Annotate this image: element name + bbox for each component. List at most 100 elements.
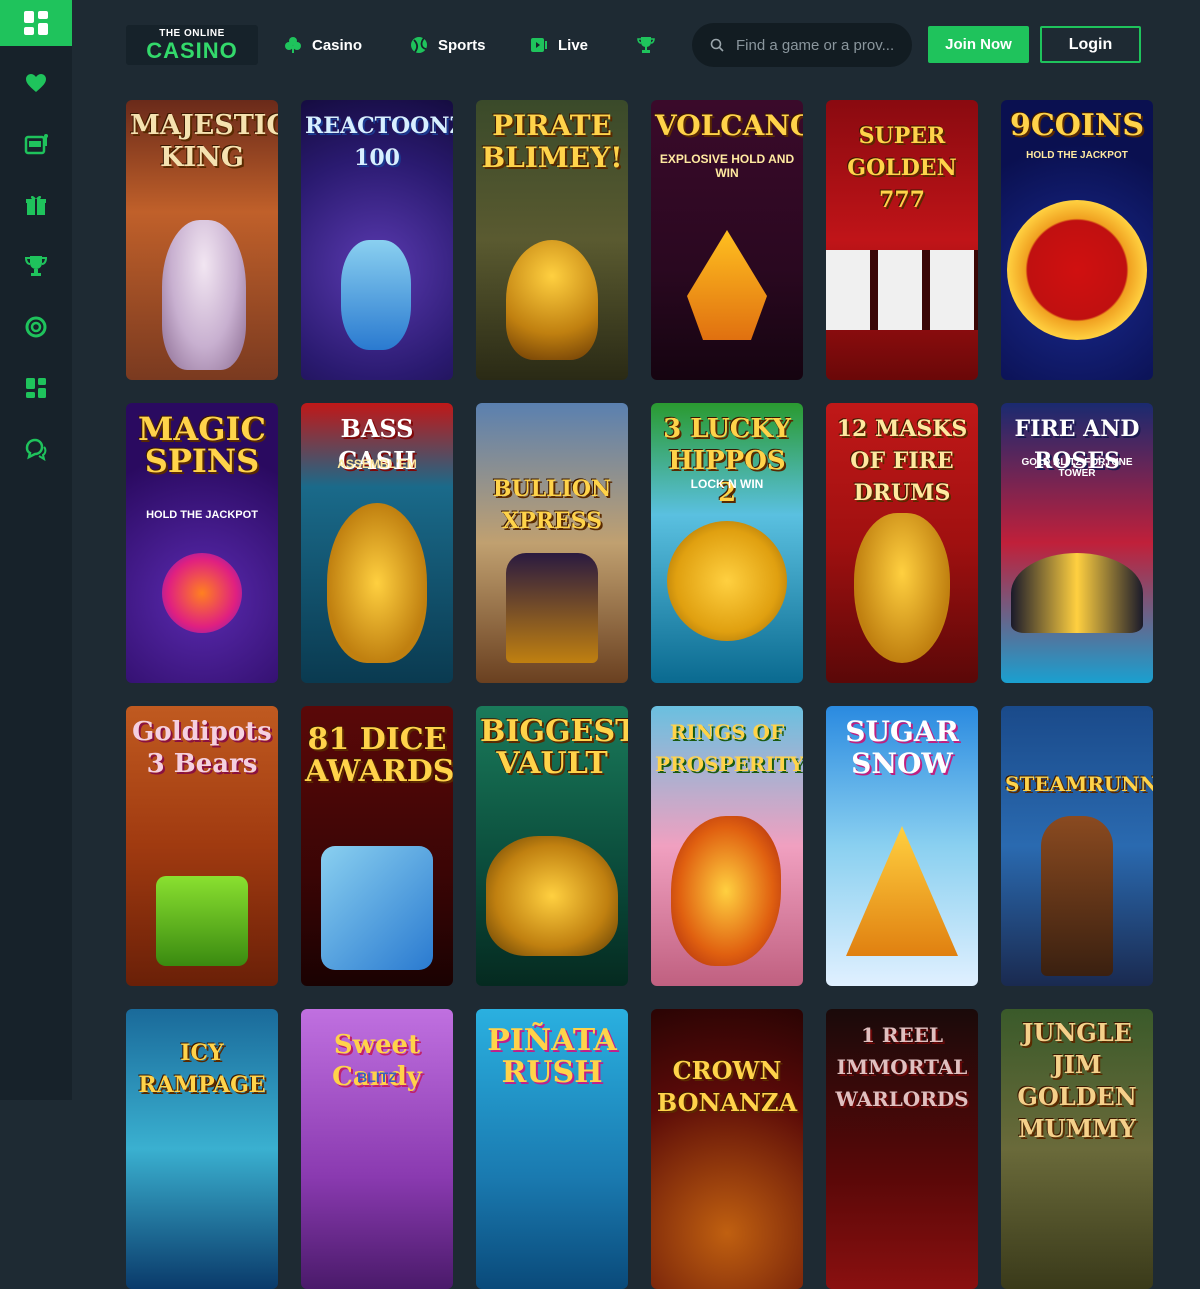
dice-art [321, 846, 433, 970]
game-title: BIGGEST VAULT [480, 714, 628, 781]
game-title: MAJESTIC KING [130, 110, 278, 173]
mask-art [854, 513, 950, 663]
banker-art [506, 553, 598, 663]
game-title: PIRATE BLIMEY! [481, 109, 623, 174]
game-subtitle: LOCK N WIN [690, 477, 764, 491]
nav-live[interactable]: Live [530, 32, 588, 58]
game-tile[interactable]: FIRE AND ROSES GOLD BLITZ FORTUNE TOWER [1001, 403, 1153, 683]
sidebar-item-tournaments[interactable] [0, 235, 72, 296]
lifebuoy-icon [25, 316, 47, 337]
pyramid-art [846, 826, 958, 956]
casino-logo[interactable]: THE ONLINE CASINO [126, 25, 258, 65]
nav-tournaments[interactable] [637, 32, 665, 58]
login-button[interactable]: Login [1040, 26, 1141, 63]
game-title: ICY RAMPAGE [138, 1040, 266, 1098]
game-title: CROWN BONANZA [656, 1056, 798, 1117]
chat-icon [25, 438, 47, 461]
fish-art [327, 503, 427, 663]
nav-casino-label: Casino [312, 36, 363, 54]
rocket-art [341, 240, 411, 350]
live-icon [531, 38, 547, 52]
game-tile[interactable]: CROWN BONANZA [651, 1009, 803, 1289]
game-title: BULLION XPRESS [492, 476, 612, 534]
nav-sports-label: Sports [438, 36, 486, 54]
game-tile[interactable]: JUNGLE JIM GOLDEN MUMMY [1001, 1009, 1153, 1289]
search-bar[interactable] [692, 23, 912, 67]
game-title: MAGIC SPINS [137, 410, 266, 480]
game-tile[interactable]: 1 REEL IMMORTAL WARLORDS [826, 1009, 978, 1289]
game-tile[interactable]: BIGGEST VAULT [476, 706, 628, 986]
game-tile[interactable]: SUGAR SNOW [826, 706, 978, 986]
sidebar-item-support[interactable] [0, 296, 72, 357]
nav-live-label: Live [558, 36, 589, 54]
game-tile[interactable]: REACTOONZ 100 [301, 100, 453, 380]
dragon-art [671, 816, 781, 966]
game-title: REACTOONZ 100 [305, 113, 453, 171]
game-tile[interactable]: 9COINS HOLD THE JACKPOT [1001, 100, 1153, 380]
jester-art [1011, 553, 1143, 633]
game-title: 12 MASKS OF FIRE DRUMS [836, 416, 968, 506]
game-tile[interactable]: Sweet Candy BLITZ [301, 1009, 453, 1289]
orb-art [162, 553, 242, 633]
game-subtitle: ASSEMBL'EM [337, 457, 417, 471]
game-tile[interactable]: SUPER GOLDEN 777 [826, 100, 978, 380]
game-tile[interactable]: RINGS OF PROSPERITY [651, 706, 803, 986]
game-title: 3 LUCKY HIPPOS 2 [663, 414, 791, 508]
game-title: RINGS OF PROSPERITY [655, 720, 803, 776]
sidebar-item-slots[interactable] [0, 113, 72, 174]
game-title: Goldipots 3 Bears [132, 717, 272, 779]
search-input[interactable] [736, 36, 908, 54]
game-tile[interactable]: MAJESTIC KING [126, 100, 278, 380]
game-title: SUPER GOLDEN 777 [847, 123, 957, 213]
game-title: 1 REEL IMMORTAL WARLORDS [835, 1023, 969, 1111]
game-title: STEAMRUNNERS [1005, 772, 1153, 796]
game-tile[interactable]: PIÑATA RUSH [476, 1009, 628, 1289]
game-tile[interactable]: Goldipots 3 Bears [126, 706, 278, 986]
coin-art [1007, 200, 1147, 340]
game-subtitle: BLITZ [357, 1069, 397, 1085]
game-tile[interactable]: STEAMRUNNERS [1001, 706, 1153, 986]
game-tile[interactable]: ICY RAMPAGE [126, 1009, 278, 1289]
header: THE ONLINE CASINO Casino Sports Live Joi… [72, 0, 1200, 90]
game-title: PIÑATA RUSH [487, 1023, 617, 1090]
game-tile[interactable]: 3 LUCKY HIPPOS 2 LOCK N WIN [651, 403, 803, 683]
game-title: 9COINS [1009, 108, 1144, 143]
trophy-icon [24, 255, 48, 276]
game-tile[interactable]: 81 DICE AWARDS [301, 706, 453, 986]
nav-sports[interactable]: Sports [410, 32, 486, 58]
game-tile[interactable]: PIRATE BLIMEY! [476, 100, 628, 380]
trophy-icon [637, 37, 655, 53]
sidebar-item-chat[interactable] [0, 418, 72, 479]
sidebar [0, 0, 72, 1100]
sidebar-item-categories[interactable] [0, 357, 72, 418]
join-now-button[interactable]: Join Now [928, 26, 1029, 63]
sidebar-menu-button[interactable] [0, 0, 72, 46]
game-tile[interactable]: BULLION XPRESS [476, 403, 628, 683]
game-tile[interactable]: MAGIC SPINS HOLD THE JACKPOT [126, 403, 278, 683]
reels-art [826, 250, 978, 330]
game-tile[interactable]: BASS CASH ASSEMBL'EM [301, 403, 453, 683]
lion-art [162, 220, 246, 370]
ball-icon [411, 37, 427, 53]
bull-art [486, 836, 618, 956]
grid-icon [26, 377, 46, 398]
octopus-art [506, 240, 598, 360]
game-subtitle: EXPLOSIVE HOLD AND WIN [659, 152, 795, 180]
dashboard-icon [24, 11, 48, 35]
chair-art [156, 876, 248, 966]
nav-casino[interactable]: Casino [284, 32, 362, 58]
game-subtitle: GOLD BLITZ FORTUNE TOWER [1021, 457, 1133, 479]
sidebar-item-favourites[interactable] [0, 52, 72, 113]
clover-icon [285, 37, 301, 53]
game-title: 81 DICE AWARDS [305, 722, 453, 789]
game-tile[interactable]: 12 MASKS OF FIRE DRUMS [826, 403, 978, 683]
hippo-coin-art [667, 521, 787, 641]
game-subtitle: HOLD THE JACKPOT [146, 509, 258, 521]
game-tile[interactable]: VOLCANO EXPLOSIVE HOLD AND WIN [651, 100, 803, 380]
sidebar-item-promotions[interactable] [0, 174, 72, 235]
search-icon [710, 38, 724, 52]
steampunk-art [1041, 816, 1113, 976]
game-subtitle: HOLD THE JACKPOT [1026, 150, 1128, 161]
gift-icon [26, 195, 46, 215]
logo-main-text: CASINO [146, 38, 238, 63]
